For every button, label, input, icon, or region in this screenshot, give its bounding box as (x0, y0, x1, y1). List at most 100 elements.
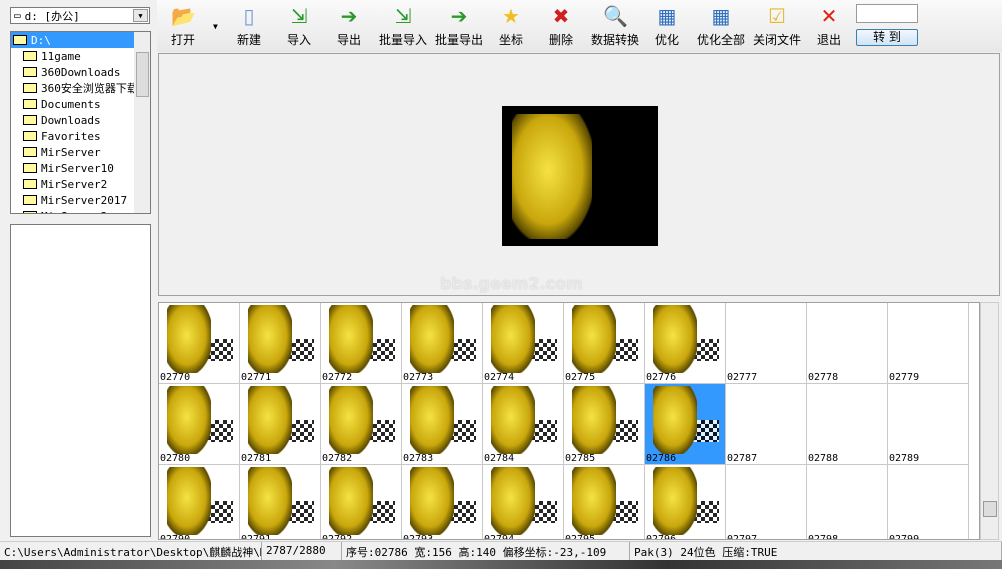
file-list[interactable] (10, 224, 151, 537)
thumbnail[interactable]: 02793 (402, 465, 483, 540)
thumbnail[interactable]: 02778 (807, 303, 888, 384)
toolbar-button-0[interactable]: 📂 打开 (171, 4, 196, 48)
thumbnail[interactable]: 02780 (159, 384, 240, 465)
drive-select[interactable]: ▭ d: [办公] ▼ (10, 7, 150, 24)
close-icon: ✕ (820, 4, 838, 28)
tree-item-label: Downloads (41, 113, 101, 127)
thumbnail-label: 02780 (160, 453, 191, 464)
thumbnail[interactable]: 02772 (321, 303, 402, 384)
folder-icon (13, 35, 27, 45)
toolbar-button-2[interactable]: ⇲ 导入 (287, 4, 311, 48)
status-path: C:\Users\Administrator\Desktop\麒麟战神\Mo (0, 542, 262, 560)
thumbnail-label: 02788 (808, 453, 839, 464)
thumbnail[interactable]: 02797 (726, 465, 807, 539)
tree-item-label: 360安全浏览器下载 (41, 82, 138, 95)
tree-item[interactable]: MirServer3 (11, 208, 150, 213)
thumbnail[interactable]: 02774 (483, 303, 564, 384)
thumbnail[interactable]: 02773 (402, 303, 483, 384)
export-icon: ➔ (340, 4, 358, 28)
thumbnail[interactable]: 02788 (807, 384, 888, 465)
tree-item-label: Favorites (41, 129, 101, 143)
scrollbar-thumb[interactable] (983, 501, 997, 517)
thumbnail-label: 02798 (808, 534, 839, 540)
tree-item[interactable]: MirServer2 (11, 176, 150, 192)
sprite-image (167, 305, 211, 373)
goto-input[interactable] (856, 4, 918, 23)
toolbar-button-label: 导出 (337, 33, 362, 47)
thumbnail[interactable]: 02781 (240, 384, 321, 465)
tree-item[interactable]: D:\ (11, 32, 150, 48)
thumbnail[interactable]: 02787 (726, 384, 807, 465)
grid-scrollbar[interactable] (980, 302, 999, 540)
toolbar-button-4[interactable]: ⇲ 批量导入 (379, 4, 427, 48)
thumbnail[interactable]: 02779 (888, 303, 969, 384)
thumbnail[interactable]: 02771 (240, 303, 321, 384)
thumbnail[interactable]: 02782 (321, 384, 402, 465)
thumbnail-grid[interactable]: 02770 02771 02772 02773 02774 02775 02776 02777… (158, 302, 980, 540)
thumbnail[interactable]: 02789 (888, 384, 969, 465)
scrollbar-thumb[interactable] (136, 52, 149, 97)
thumbnail[interactable]: 02790 (159, 465, 240, 539)
tree-item[interactable]: MirServer (11, 144, 150, 160)
toolbar-button-1[interactable]: ▯ 新建 (237, 4, 261, 48)
tree-item[interactable]: Favorites (11, 128, 150, 144)
thumbnail[interactable]: 02794 (483, 465, 564, 539)
thumbnail[interactable]: 02786 (645, 384, 726, 465)
toolbar-button-8[interactable]: 🔍 数据转换 (591, 4, 639, 48)
thumbnail[interactable]: 02783 (402, 384, 483, 465)
tree-item-label: MirServer10 (41, 161, 114, 175)
folder-icon (23, 83, 37, 93)
sprite-image (329, 305, 373, 373)
tree-item[interactable]: Downloads (11, 112, 150, 128)
tree-scrollbar[interactable] (134, 32, 150, 213)
thumbnail[interactable]: 02791 (240, 465, 321, 540)
thumbnail-label: 02777 (727, 372, 758, 383)
tree-item[interactable]: Documents (11, 96, 150, 112)
status-info: 序号:02786 宽:156 高:140 偏移坐标:-23,-109 (342, 542, 630, 560)
thumbnail[interactable]: 02795 (564, 465, 645, 539)
thumbnail[interactable]: 02770 (159, 303, 240, 384)
chevron-down-icon[interactable]: ▼ (133, 9, 148, 22)
tree-item[interactable]: 11game (11, 48, 150, 64)
folder-icon (23, 163, 37, 173)
toolbar-button-5[interactable]: ➔ 批量导出 (435, 4, 483, 48)
toolbar-button-12[interactable]: ✕ 退出 (817, 4, 841, 48)
toolbar-button-9[interactable]: ▦ 优化 (655, 4, 679, 48)
thumbnail-label: 02793 (403, 534, 434, 540)
folder-icon (23, 131, 37, 141)
thumbnail[interactable]: 02776 (645, 303, 726, 384)
tree-item[interactable]: MirServer2017 (11, 192, 150, 208)
toolbar-button-6[interactable]: ★ 坐标 (499, 4, 523, 48)
thumbnail[interactable]: 02792 (321, 465, 402, 539)
thumbnail-label: 02786 (646, 453, 677, 464)
tree-item[interactable]: MirServer10 (11, 160, 150, 176)
tree-item[interactable]: 360Downloads (11, 64, 150, 80)
open-dropdown-icon[interactable]: ▼ (213, 22, 218, 31)
goto-button[interactable]: 转 到 (856, 29, 918, 46)
thumbnail-label: 02784 (484, 453, 515, 464)
thumbnail-label: 02791 (241, 534, 272, 540)
thumbnail[interactable]: 02785 (564, 384, 645, 465)
thumbnail[interactable]: 02777 (726, 303, 807, 384)
folder-icon (23, 51, 37, 61)
thumbnail-label: 02776 (646, 372, 677, 383)
drive-label: d: [办公] (24, 9, 80, 23)
tree-item-label: Documents (41, 97, 101, 111)
tree-item[interactable]: 360安全浏览器下载 (11, 80, 150, 96)
toolbar-button-7[interactable]: ✖ 删除 (549, 4, 573, 48)
close-folder-icon: ☑ (768, 4, 786, 28)
folder-tree[interactable]: D:\ 11game 360Downloads 360安全浏览器下载 Documents… (10, 31, 151, 214)
thumbnail[interactable]: 02798 (807, 465, 888, 540)
thumbnail[interactable]: 02775 (564, 303, 645, 384)
thumbnail[interactable]: 02799 (888, 465, 969, 539)
toolbar-button-10[interactable]: ▦ 优化全部 (697, 4, 745, 48)
sprite-image (248, 386, 292, 454)
sprite-image (410, 467, 454, 535)
thumbnail[interactable]: 02784 (483, 384, 564, 465)
thumbnail[interactable]: 02796 (645, 465, 726, 539)
toolbar-button-3[interactable]: ➔ 导出 (337, 4, 361, 48)
status-bar: C:\Users\Administrator\Desktop\麒麟战神\Mo 2… (0, 541, 1002, 560)
toolbar-button-11[interactable]: ☑ 关闭文件 (753, 4, 801, 48)
folder-icon (23, 115, 37, 125)
sprite-image (491, 305, 535, 373)
